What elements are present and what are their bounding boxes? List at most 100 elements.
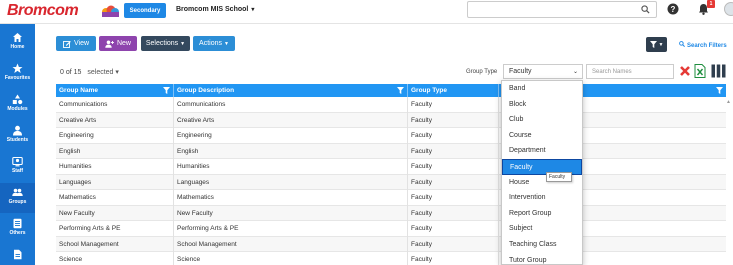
funnel-icon[interactable] <box>163 87 170 94</box>
cell-group-type: Faculty <box>408 221 499 237</box>
sidebar-item-home[interactable]: Home <box>0 28 35 58</box>
cell-group-type: Faculty <box>408 159 499 175</box>
cell-group-name: Humanities <box>56 159 174 175</box>
sidebar-item-students[interactable]: Students <box>0 121 35 151</box>
cell-group-name: English <box>56 143 174 159</box>
sidebar-item-favourites[interactable]: Favourites <box>0 59 35 89</box>
column-header-label: Group Type <box>411 87 447 94</box>
new-button[interactable]: New <box>99 36 137 51</box>
cell-group-description: Humanities <box>174 159 408 175</box>
selected-dropdown[interactable]: selected ▾ <box>87 69 119 76</box>
funnel-icon[interactable] <box>716 87 723 94</box>
selection-count-label: 0 of 15 <box>60 69 82 76</box>
table-row[interactable]: Creative Arts Creative Arts Faculty <box>56 112 726 128</box>
cell-group-name: Engineering <box>56 128 174 144</box>
table-row[interactable]: Mathematics Mathematics Faculty <box>56 190 726 206</box>
search-names-input[interactable]: Search Names <box>586 64 674 79</box>
cell-group-type: Faculty <box>408 128 499 144</box>
global-search-input[interactable] <box>467 1 657 18</box>
home-icon <box>13 33 22 42</box>
columns-icon[interactable] <box>711 64 726 78</box>
sidebar-item-staff[interactable]: Staff <box>0 152 35 182</box>
dropdown-option-block[interactable]: Block <box>502 97 582 113</box>
cell-group-type: Faculty <box>408 143 499 159</box>
table-header: Group Name Group Description Group Type <box>56 84 726 97</box>
notification-badge: 1 <box>707 0 715 8</box>
option-tooltip: Faculty <box>546 172 572 182</box>
groups-icon <box>12 188 23 196</box>
funnel-icon[interactable] <box>397 87 404 94</box>
clear-filter-icon[interactable] <box>679 65 691 77</box>
table-row[interactable]: Humanities Humanities Faculty <box>56 159 726 175</box>
table-row[interactable]: New Faculty New Faculty Faculty <box>56 205 726 221</box>
cell-group-name: New Faculty <box>56 205 174 221</box>
document-icon <box>14 249 22 260</box>
sidebar-item-modules[interactable]: Modules <box>0 90 35 120</box>
table-row[interactable]: Languages Languages Faculty <box>56 174 726 190</box>
sidebar-item-groups[interactable]: Groups <box>0 183 35 213</box>
sidebar-item-label: Groups <box>8 199 27 205</box>
search-filters-link[interactable]: Search Filters <box>679 41 727 49</box>
column-header-group-description[interactable]: Group Description <box>174 84 408 97</box>
dropdown-option-report-group[interactable]: Report Group <box>502 206 582 222</box>
bromcom-logo[interactable]: Bromcom <box>7 2 79 20</box>
group-type-select[interactable]: Faculty ⌄ <box>503 64 583 79</box>
sidebar-item-label: Staff <box>11 168 24 174</box>
selections-button[interactable]: Selections ▼ <box>141 36 190 51</box>
cell-group-type: Faculty <box>408 174 499 190</box>
selected-dropdown-label: selected <box>87 69 114 76</box>
add-user-icon <box>105 40 114 48</box>
cell-group-name: Languages <box>56 174 174 190</box>
dropdown-option-subject[interactable]: Subject <box>502 221 582 237</box>
cell-group-name: Science <box>56 252 174 265</box>
cell-group-description: Science <box>174 252 408 265</box>
cell-group-type: Faculty <box>408 190 499 206</box>
column-header-group-type[interactable]: Group Type <box>408 84 499 97</box>
others-icon <box>13 218 22 229</box>
table-row[interactable]: Engineering Engineering Faculty <box>56 128 726 144</box>
edit-icon <box>63 40 71 48</box>
dropdown-option-intervention[interactable]: Intervention <box>502 190 582 206</box>
chevron-down-icon: ▼ <box>180 40 186 47</box>
person-icon <box>13 125 22 136</box>
excel-export-icon[interactable] <box>694 64 706 78</box>
cell-group-name: School Management <box>56 236 174 252</box>
table-row[interactable]: Performing Arts & PE Performing Arts & P… <box>56 221 726 237</box>
funnel-icon <box>649 41 657 48</box>
help-icon[interactable]: ? <box>667 3 679 15</box>
chevron-down-icon: ⌄ <box>572 69 578 75</box>
school-type-badge[interactable]: Secondary <box>124 3 166 18</box>
cell-group-description: Communications <box>174 97 408 113</box>
sidebar-item-label: Modules <box>7 106 28 112</box>
column-header-group-name[interactable]: Group Name <box>56 84 174 97</box>
filter-menu-button[interactable]: ▼ <box>646 37 667 52</box>
selections-button-label: Selections <box>145 40 179 47</box>
actions-button[interactable]: Actions ▼ <box>193 36 235 51</box>
sidebar-item-label: Students <box>6 137 29 143</box>
column-header-label: Group Name <box>59 87 99 94</box>
sidebar-item-documents[interactable] <box>0 245 35 265</box>
dropdown-option-course[interactable]: Course <box>502 128 582 144</box>
dropdown-option-teaching-class[interactable]: Teaching Class <box>502 237 582 253</box>
school-selector[interactable]: Bromcom MIS School ▾ <box>176 6 254 13</box>
group-type-value: Faculty <box>509 68 532 75</box>
dropdown-option-club[interactable]: Club <box>502 112 582 128</box>
sidebar-item-others[interactable]: Others <box>0 214 35 244</box>
cell-group-description: School Management <box>174 236 408 252</box>
dropdown-option-tutor-group[interactable]: Tutor Group <box>502 253 582 264</box>
dropdown-option-band[interactable]: Band <box>502 81 582 97</box>
cell-group-type: Faculty <box>408 252 499 265</box>
search-icon[interactable] <box>641 5 650 14</box>
table-row[interactable]: English English Faculty <box>56 143 726 159</box>
table-row[interactable]: Communications Communications Faculty <box>56 97 726 113</box>
view-button-label: View <box>73 40 90 47</box>
actions-button-label: Actions <box>199 40 222 47</box>
cell-group-type: Faculty <box>408 236 499 252</box>
table-row[interactable]: School Management School Management Facu… <box>56 236 726 252</box>
dropdown-option-department[interactable]: Department <box>502 143 582 159</box>
scroll-up-arrow[interactable]: ▲ <box>726 99 731 105</box>
search-filters-label: Search Filters <box>687 43 727 49</box>
view-button[interactable]: View <box>56 36 96 51</box>
avatar[interactable] <box>724 2 733 16</box>
table-row[interactable]: Science Science Faculty <box>56 252 726 265</box>
